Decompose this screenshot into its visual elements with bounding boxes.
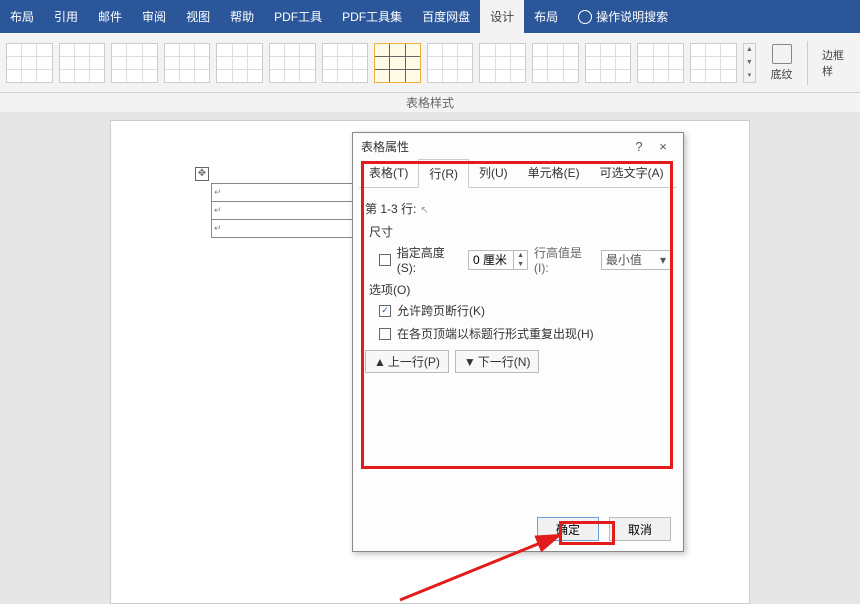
table-style-thumb[interactable]: [111, 43, 158, 83]
specify-height-checkbox[interactable]: [379, 254, 391, 266]
repeat-header-checkbox[interactable]: [379, 328, 391, 340]
dialog-close-button[interactable]: ×: [651, 139, 675, 154]
ribbon-tab-review[interactable]: 审阅: [132, 0, 176, 33]
table-style-thumb[interactable]: [532, 43, 579, 83]
table-properties-dialog: 表格属性 ? × 表格(T) 行(R) 列(U) 单元格(E) 可选文字(A) …: [352, 132, 684, 552]
chevron-down-icon: ▾: [660, 253, 666, 267]
cursor-icon: ↖: [420, 205, 428, 216]
spin-up-icon[interactable]: ▲: [513, 251, 527, 260]
height-input[interactable]: ▲▼: [468, 250, 528, 270]
table-style-thumb[interactable]: [690, 43, 737, 83]
next-row-button[interactable]: ▼下一行(N): [455, 350, 540, 373]
ribbon-tab-pdftoolset[interactable]: PDF工具集: [332, 0, 412, 33]
table-style-thumb[interactable]: [322, 43, 369, 83]
table-style-thumb[interactable]: [216, 43, 263, 83]
ribbon-tab-baidu[interactable]: 百度网盘: [412, 0, 480, 33]
ribbon-tabs: 布局 引用 邮件 审阅 视图 帮助 PDF工具 PDF工具集 百度网盘 设计 布…: [0, 0, 860, 33]
ribbon-tab-view[interactable]: 视图: [176, 0, 220, 33]
table-style-thumb[interactable]: [6, 43, 53, 83]
dialog-tab-row[interactable]: 行(R): [418, 159, 469, 188]
cancel-button[interactable]: 取消: [609, 517, 671, 541]
table-style-thumb-selected[interactable]: [374, 43, 421, 83]
gallery-more-button[interactable]: ▲▼▾: [743, 43, 757, 83]
table-style-thumb[interactable]: [427, 43, 474, 83]
ribbon-tab-references[interactable]: 引用: [44, 0, 88, 33]
ribbon-tab-mail[interactable]: 邮件: [88, 0, 132, 33]
row-height-is-label: 行高值是(I):: [534, 244, 595, 275]
triangle-down-icon: ▼: [464, 355, 476, 369]
ribbon-tab-layout1[interactable]: 布局: [0, 0, 44, 33]
shading-label: 底纹: [771, 69, 793, 81]
dialog-tab-cell[interactable]: 单元格(E): [518, 159, 590, 187]
dialog-titlebar[interactable]: 表格属性 ? ×: [353, 133, 683, 159]
dialog-footer: 确定 取消: [537, 517, 671, 541]
table-style-thumb[interactable]: [479, 43, 526, 83]
repeat-header-label: 在各页顶端以标题行形式重复出现(H): [397, 325, 594, 342]
row-height-mode-select[interactable]: 最小值 ▾: [601, 250, 671, 270]
dialog-tab-table[interactable]: 表格(T): [359, 159, 418, 187]
ribbon-tab-design[interactable]: 设计: [480, 0, 524, 33]
row-height-mode-value: 最小值: [606, 251, 642, 268]
height-input-field[interactable]: [469, 253, 513, 267]
table-style-thumb[interactable]: [269, 43, 316, 83]
table-style-thumb[interactable]: [637, 43, 684, 83]
border-style-button[interactable]: 边框样: [814, 47, 854, 79]
bucket-icon: [772, 44, 792, 64]
dialog-tabs: 表格(T) 行(R) 列(U) 单元格(E) 可选文字(A): [359, 159, 677, 188]
options-section-label: 选项(O): [369, 281, 671, 298]
rows-range-label: 第 1-3 行:↖: [365, 200, 671, 217]
dialog-body: 第 1-3 行:↖ 尺寸 指定高度(S): ▲▼ 行高值是(I): 最小值 ▾ …: [353, 188, 683, 381]
table-style-gallery: ▲▼▾ 底纹 边框样: [0, 33, 860, 93]
table-style-thumb[interactable]: [59, 43, 106, 83]
prev-row-button[interactable]: ▲上一行(P): [365, 350, 449, 373]
table-style-thumb[interactable]: [585, 43, 632, 83]
dialog-help-button[interactable]: ?: [627, 139, 651, 154]
ribbon-tellme[interactable]: 操作说明搜索: [568, 0, 678, 33]
ribbon-tab-help[interactable]: 帮助: [220, 0, 264, 33]
table-style-thumb[interactable]: [164, 43, 211, 83]
specify-height-label: 指定高度(S):: [397, 244, 462, 275]
triangle-up-icon: ▲: [374, 355, 386, 369]
gallery-group-label: 表格样式: [0, 93, 860, 113]
ribbon-tab-pdftool[interactable]: PDF工具: [264, 0, 332, 33]
dialog-title: 表格属性: [361, 138, 409, 155]
dialog-tab-column[interactable]: 列(U): [469, 159, 518, 187]
size-section-label: 尺寸: [369, 223, 671, 240]
shading-button[interactable]: 底纹: [762, 44, 801, 82]
ok-button[interactable]: 确定: [537, 517, 599, 541]
table-move-handle[interactable]: ✥: [195, 167, 209, 181]
spin-down-icon[interactable]: ▼: [513, 260, 527, 269]
ribbon-tab-layout2[interactable]: 布局: [524, 0, 568, 33]
allow-break-label: 允许跨页断行(K): [397, 302, 485, 319]
dialog-tab-alt[interactable]: 可选文字(A): [590, 159, 674, 187]
allow-break-checkbox[interactable]: ✓: [379, 305, 391, 317]
